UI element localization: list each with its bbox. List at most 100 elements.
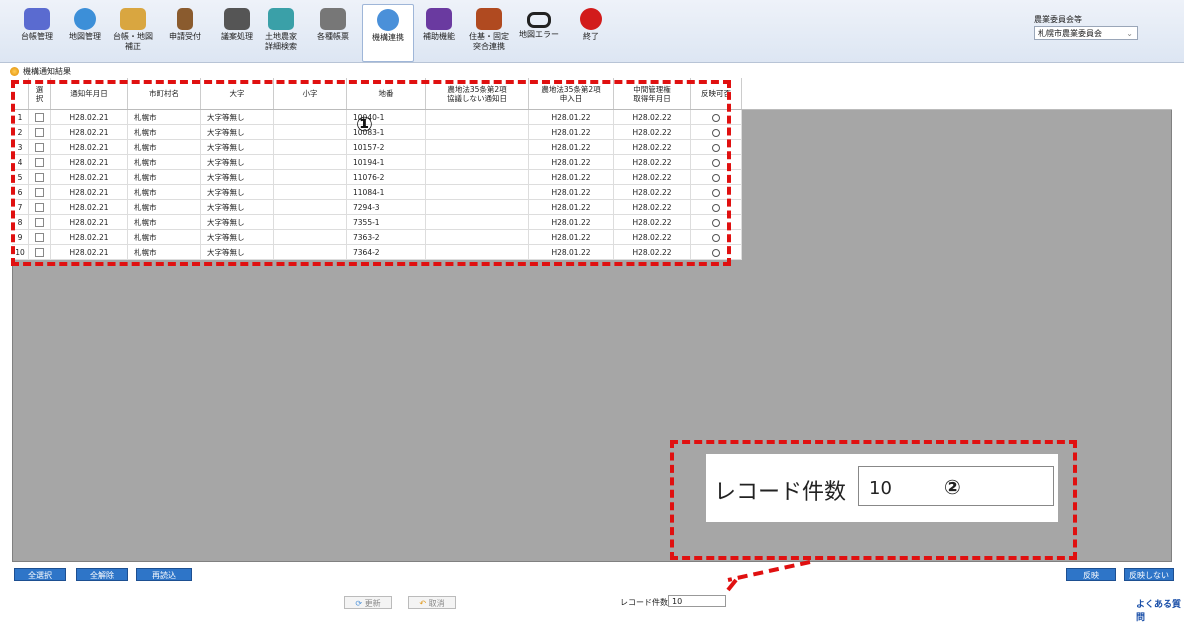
row-checkbox[interactable] bbox=[35, 142, 44, 152]
col-header-city[interactable]: 市町村名 bbox=[127, 78, 201, 110]
reflect-radio[interactable] bbox=[712, 143, 720, 152]
cell-no-consult-date bbox=[425, 229, 529, 245]
reflect-radio[interactable] bbox=[712, 173, 720, 182]
cancel-button[interactable]: ↶ 取消 bbox=[408, 596, 456, 609]
table-row[interactable]: 2 H28.02.21 札幌市 大字等無し 10083-1 H28.01.22 H28.02… bbox=[12, 124, 742, 140]
col-header-reflectable[interactable]: 反映可否 bbox=[690, 78, 742, 110]
toolbar-map-error[interactable]: 地図エラー bbox=[514, 4, 564, 60]
row-checkbox-cell[interactable] bbox=[28, 109, 51, 125]
toolbar-forms[interactable]: 各種帳票 bbox=[308, 4, 358, 60]
table-row[interactable]: 4 H28.02.21 札幌市 大字等無し 10194-1 H28.01.22 H28.02… bbox=[12, 154, 742, 170]
row-checkbox[interactable] bbox=[35, 187, 44, 197]
reflect-radio[interactable] bbox=[712, 233, 720, 242]
cell-acquired-date: H28.02.22 bbox=[613, 214, 691, 230]
cell-city: 札幌市 bbox=[127, 154, 201, 170]
row-checkbox[interactable] bbox=[35, 157, 44, 167]
row-checkbox-cell[interactable] bbox=[28, 169, 51, 185]
row-checkbox[interactable] bbox=[35, 247, 44, 257]
row-checkbox[interactable] bbox=[35, 217, 44, 227]
toolbar-agenda-processing[interactable]: 議案処理 bbox=[212, 4, 262, 60]
cell-notice-date: H28.02.21 bbox=[50, 199, 128, 215]
cell-no-consult-date bbox=[425, 169, 529, 185]
cell-reflectable[interactable] bbox=[690, 124, 742, 140]
table-row[interactable]: 1 H28.02.21 札幌市 大字等無し 10040-1 H28.01.22 H28.02… bbox=[12, 109, 742, 125]
cell-reflectable[interactable] bbox=[690, 169, 742, 185]
reload-button[interactable]: 再読込 bbox=[136, 568, 192, 581]
table-row[interactable]: 3 H28.02.21 札幌市 大字等無し 10157-2 H28.01.22 H28.02… bbox=[12, 139, 742, 155]
col-header-no-consult-date[interactable]: 農地法35条第2項 協議しない通知日 bbox=[425, 78, 529, 110]
faq-link[interactable]: よくある質問 bbox=[1136, 597, 1184, 623]
cell-no-consult-date bbox=[425, 214, 529, 230]
cell-apply-date: H28.01.22 bbox=[528, 244, 614, 260]
table-row[interactable]: 9 H28.02.21 札幌市 大字等無し 7363-2 H28.01.22 H28.02.… bbox=[12, 229, 742, 245]
chevron-down-icon: ⌄ bbox=[1126, 29, 1133, 38]
row-number: 2 bbox=[12, 124, 29, 140]
col-header-rownum bbox=[12, 78, 29, 110]
cell-reflectable[interactable] bbox=[690, 244, 742, 260]
col-header-oaza[interactable]: 大字 bbox=[200, 78, 274, 110]
row-checkbox[interactable] bbox=[35, 202, 44, 212]
table-row[interactable]: 6 H28.02.21 札幌市 大字等無し 11084-1 H28.01.22 H28.02… bbox=[12, 184, 742, 200]
reflect-radio[interactable] bbox=[712, 248, 720, 257]
reflect-radio[interactable] bbox=[712, 113, 720, 122]
table-row[interactable]: 5 H28.02.21 札幌市 大字等無し 11076-2 H28.01.22 H28.02… bbox=[12, 169, 742, 185]
reflect-radio[interactable] bbox=[712, 218, 720, 227]
select-all-button[interactable]: 全選択 bbox=[14, 568, 66, 581]
col-header-acquired-date[interactable]: 中間管理権 取得年月日 bbox=[613, 78, 691, 110]
table-row[interactable]: 7 H28.02.21 札幌市 大字等無し 7294-3 H28.01.22 H28.02.… bbox=[12, 199, 742, 215]
cell-koaza bbox=[273, 199, 347, 215]
toolbar-exit[interactable]: 終了 bbox=[566, 4, 616, 60]
row-checkbox-cell[interactable] bbox=[28, 139, 51, 155]
col-header-chiban[interactable]: 地番 bbox=[346, 78, 426, 110]
reflect-radio[interactable] bbox=[712, 128, 720, 137]
reflect-radio[interactable] bbox=[712, 203, 720, 212]
cell-reflectable[interactable] bbox=[690, 184, 742, 200]
row-checkbox-cell[interactable] bbox=[28, 199, 51, 215]
row-checkbox-cell[interactable] bbox=[28, 229, 51, 245]
table-row[interactable]: 10 H28.02.21 札幌市 大字等無し 7364-2 H28.01.22 H28.02… bbox=[12, 244, 742, 260]
row-checkbox[interactable] bbox=[35, 232, 44, 242]
col-header-select[interactable]: 選 択 bbox=[28, 78, 51, 110]
toolbar-organization-link[interactable]: 機構連携 bbox=[362, 4, 414, 62]
col-header-notice-date[interactable]: 通知年月日 bbox=[50, 78, 128, 110]
cell-notice-date: H28.02.21 bbox=[50, 244, 128, 260]
reflect-radio[interactable] bbox=[712, 158, 720, 167]
toolbar-auxiliary-functions[interactable]: 補助機能 bbox=[414, 4, 464, 60]
toolbar-map-management[interactable]: 地図管理 bbox=[60, 4, 110, 60]
cell-city: 札幌市 bbox=[127, 124, 201, 140]
clear-all-button[interactable]: 全解除 bbox=[76, 568, 128, 581]
reflect-radio[interactable] bbox=[712, 188, 720, 197]
row-checkbox-cell[interactable] bbox=[28, 124, 51, 140]
cell-reflectable[interactable] bbox=[690, 139, 742, 155]
toolbar-ledger-map-correction[interactable]: 台帳・地図 補正 bbox=[108, 4, 158, 60]
toolbar-land-farmer-search[interactable]: 土地農家 詳細検索 bbox=[256, 4, 306, 60]
row-checkbox[interactable] bbox=[35, 112, 44, 122]
row-checkbox[interactable] bbox=[35, 127, 44, 137]
col-header-apply-date[interactable]: 農地法35条第2項 申入日 bbox=[528, 78, 614, 110]
cell-reflectable[interactable] bbox=[690, 229, 742, 245]
cell-oaza: 大字等無し bbox=[200, 169, 274, 185]
cell-reflectable[interactable] bbox=[690, 154, 742, 170]
cell-reflectable[interactable] bbox=[690, 199, 742, 215]
cell-acquired-date: H28.02.22 bbox=[613, 154, 691, 170]
cell-no-consult-date bbox=[425, 199, 529, 215]
row-checkbox-cell[interactable] bbox=[28, 214, 51, 230]
col-header-koaza[interactable]: 小字 bbox=[273, 78, 347, 110]
table-row[interactable]: 8 H28.02.21 札幌市 大字等無し 7355-1 H28.01.22 H28.02.… bbox=[12, 214, 742, 230]
cell-reflectable[interactable] bbox=[690, 109, 742, 125]
no-reflect-button[interactable]: 反映しない bbox=[1124, 568, 1174, 581]
cell-acquired-date: H28.02.22 bbox=[613, 124, 691, 140]
toolbar-application-intake[interactable]: 申請受付 bbox=[160, 4, 210, 60]
toolbar-ledger-management[interactable]: 台帳管理 bbox=[12, 4, 62, 60]
row-checkbox-cell[interactable] bbox=[28, 244, 51, 260]
toolbar-resident-registry-link[interactable]: 住基・固定 突合連携 bbox=[464, 4, 514, 60]
update-button[interactable]: ⟳ 更新 bbox=[344, 596, 392, 609]
row-checkbox[interactable] bbox=[35, 172, 44, 182]
cell-chiban: 11076-2 bbox=[346, 169, 426, 185]
reflect-button[interactable]: 反映 bbox=[1066, 568, 1116, 581]
cell-reflectable[interactable] bbox=[690, 214, 742, 230]
cell-koaza bbox=[273, 169, 347, 185]
committee-select[interactable]: 札幌市農業委員会 ⌄ bbox=[1034, 26, 1138, 40]
row-checkbox-cell[interactable] bbox=[28, 184, 51, 200]
row-checkbox-cell[interactable] bbox=[28, 154, 51, 170]
